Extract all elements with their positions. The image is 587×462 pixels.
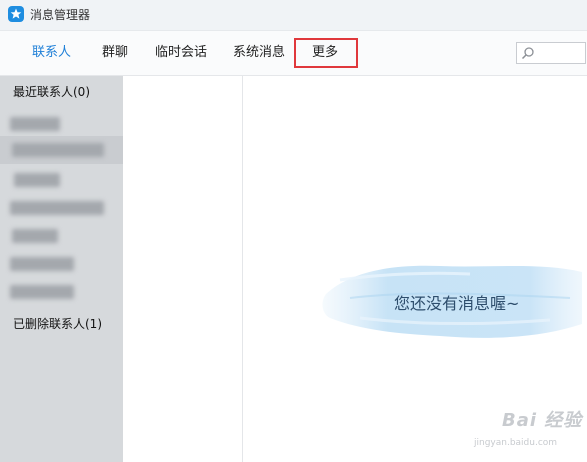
blurred-contact-name	[10, 201, 104, 215]
contact-item[interactable]	[0, 250, 123, 278]
contact-item[interactable]	[0, 194, 123, 222]
tab-more[interactable]: 更多	[312, 43, 338, 63]
watermark-brand: Bai 经验	[502, 410, 583, 431]
blurred-contact-name	[10, 285, 74, 299]
contact-item[interactable]	[0, 136, 123, 164]
recent-contacts-header[interactable]: 最近联系人(0)	[13, 84, 90, 100]
title-bar: 消息管理器	[0, 0, 587, 31]
contact-item[interactable]	[0, 110, 123, 138]
search-box[interactable]	[516, 42, 586, 64]
window-title: 消息管理器	[30, 8, 91, 22]
blurred-contact-name	[12, 229, 58, 243]
contact-list: 最近联系人(0) 已删除联系人(1)	[0, 76, 123, 462]
tab-temp-sessions[interactable]: 临时会话	[155, 43, 207, 63]
watermark-url: jingyan.baidu.com	[474, 438, 558, 448]
contact-sidebar: 最近联系人(0) 已删除联系人(1)	[0, 76, 243, 462]
blurred-contact-name	[14, 173, 60, 187]
contact-item[interactable]	[0, 278, 123, 306]
tab-bar: 联系人 群聊 临时会话 系统消息 更多	[0, 31, 587, 76]
qq-star-icon	[8, 6, 24, 22]
message-manager-window: 消息管理器 联系人 群聊 临时会话 系统消息 更多 最近联系人(0) 已删除联系…	[0, 0, 587, 462]
search-input[interactable]	[537, 45, 583, 61]
blurred-contact-name	[10, 257, 74, 271]
tab-system-messages[interactable]: 系统消息	[233, 43, 285, 63]
baidu-jingyan-watermark: Bai 经验 jingyan.baidu.com	[468, 394, 584, 454]
empty-message-text: 您还没有消息喔~	[394, 294, 520, 313]
contact-item[interactable]	[0, 222, 123, 250]
search-icon	[521, 47, 534, 60]
blurred-contact-name	[10, 117, 60, 131]
tab-contacts[interactable]: 联系人	[32, 43, 71, 63]
deleted-contacts-header[interactable]: 已删除联系人(1)	[13, 316, 102, 332]
blurred-contact-name	[12, 143, 104, 157]
tab-groups[interactable]: 群聊	[102, 43, 128, 63]
contact-item[interactable]	[0, 166, 123, 194]
